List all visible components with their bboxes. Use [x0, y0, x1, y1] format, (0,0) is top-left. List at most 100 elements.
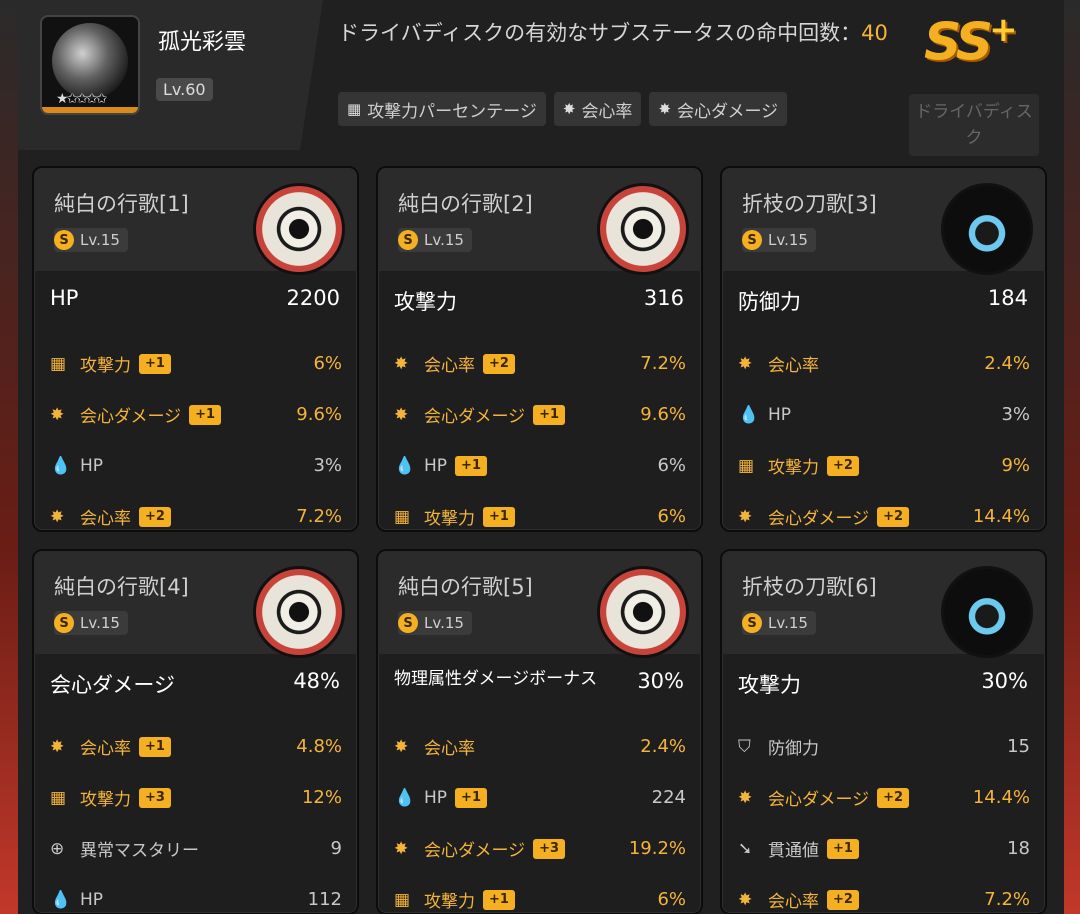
- substat-name: HP: [80, 889, 104, 910]
- disc-level-text: Lv.15: [768, 614, 808, 632]
- tag-label: 会心率: [581, 101, 633, 122]
- disc-title: 純白の行歌[4]: [54, 575, 189, 599]
- crit-icon: ✸: [562, 100, 576, 118]
- disc-image: [941, 566, 1033, 658]
- main-stat: 攻撃力 316: [394, 286, 684, 316]
- substat-value: 9: [330, 838, 342, 859]
- star-rating: ★✩✩✩✩: [56, 91, 108, 107]
- upgrade-badge: +1: [483, 506, 515, 527]
- substat-row: ⊕ 異常マスタリー 9: [50, 823, 342, 874]
- defense-icon: ⛉: [738, 736, 751, 757]
- substat-row: ✸ 会心ダメージ +1 9.6%: [394, 389, 686, 440]
- crit-icon: ✸: [50, 404, 65, 425]
- disc-card[interactable]: 折枝の刀歌[6] S Lv.15 攻撃力 30% ⛉ 防御力 15 ✸ 会心ダメージ +2 14.4%…: [720, 549, 1047, 914]
- hp-icon: 💧: [738, 404, 760, 425]
- disc-title: 純白の行歌[1]: [54, 192, 189, 216]
- substat-row: ▦ 攻撃力 +1 6%: [394, 491, 686, 530]
- crit-icon: ✸: [394, 353, 409, 374]
- substat-value: 2.4%: [984, 353, 1030, 374]
- tag-attack-percent: ▦ 攻撃力パーセンテージ: [338, 92, 546, 126]
- substat-value: 6%: [657, 506, 686, 527]
- substat-name: 会心率: [424, 739, 475, 759]
- upgrade-badge: +2: [139, 506, 171, 527]
- disc-level-text: Lv.15: [424, 614, 464, 632]
- main-stat-value: 30%: [637, 669, 684, 693]
- tag-crit-damage: ✸ 会心ダメージ: [649, 92, 788, 126]
- substat-row: ✸ 会心ダメージ +2 14.4%: [738, 491, 1030, 530]
- disc-card[interactable]: 純白の行歌[5] S Lv.15 物理属性ダメージボーナス 30% ✸ 会心率 2.4% 💧 HP…: [376, 549, 703, 914]
- disc-level-text: Lv.15: [80, 614, 120, 632]
- hp-icon: 💧: [50, 889, 72, 910]
- substat-row: ▦ 攻撃力 +1 6%: [50, 338, 342, 389]
- substat-name: 攻撃力: [768, 458, 819, 478]
- disc-level-text: Lv.15: [768, 231, 808, 249]
- upgrade-badge: +1: [189, 404, 222, 425]
- disc-image: [253, 183, 345, 275]
- substat-value: 18: [1007, 838, 1030, 859]
- substat-value: 6%: [657, 455, 686, 476]
- disc-card[interactable]: 純白の行歌[1] S Lv.15 HP 2200 ▦ 攻撃力 +1 6% ✸ 会心ダメージ +1 9.6…: [32, 166, 359, 532]
- upgrade-badge: +2: [827, 455, 859, 476]
- substat-value: 9.6%: [296, 404, 342, 425]
- upgrade-badge: +1: [455, 787, 487, 808]
- substat-name: 会心率: [768, 356, 819, 376]
- upgrade-badge: +2: [877, 787, 910, 808]
- substat-name: 会心率: [80, 509, 131, 529]
- main-stat-name: 物理属性ダメージボーナス: [394, 669, 598, 689]
- main-stat: 防御力 184: [738, 286, 1028, 316]
- substat-value: 2.4%: [640, 736, 686, 757]
- disc-level: S Lv.15: [54, 611, 128, 635]
- substat-value: 4.8%: [296, 736, 342, 757]
- main-stat: 物理属性ダメージボーナス 30%: [394, 669, 684, 693]
- tag-crit-rate: ✸ 会心率: [553, 92, 642, 126]
- tag-label: 会心ダメージ: [677, 101, 779, 122]
- s-rank-icon: S: [54, 230, 74, 250]
- pen-icon: ➘: [738, 838, 753, 859]
- disc-card[interactable]: 純白の行歌[2] S Lv.15 攻撃力 316 ✸ 会心率 +2 7.2% ✸ 会心ダメージ +1 9…: [376, 166, 703, 532]
- s-rank-icon: S: [398, 613, 418, 633]
- hp-icon: 💧: [394, 787, 416, 808]
- disc-card[interactable]: 折枝の刀歌[3] S Lv.15 防御力 184 ✸ 会心率 2.4% 💧 HP 3% ▦ 攻撃力 +2 9…: [720, 166, 1047, 532]
- disc-title: 折枝の刀歌[6]: [742, 575, 877, 599]
- upgrade-badge: +3: [139, 787, 171, 808]
- main-stat-value: 48%: [293, 669, 340, 693]
- upgrade-badge: +1: [483, 889, 515, 910]
- substat-name: 攻撃力: [424, 509, 475, 529]
- substat-row: ➘ 貫通値 +1 18: [738, 823, 1030, 874]
- substat-value: 3%: [313, 455, 342, 476]
- s-rank-icon: S: [742, 613, 762, 633]
- disc-level: S Lv.15: [398, 228, 472, 252]
- substat-name: HP: [80, 455, 104, 476]
- substat-name: 会心率: [80, 739, 131, 759]
- upgrade-badge: +1: [827, 838, 859, 859]
- substat-row: ✸ 会心率 +2 7.2%: [738, 874, 1030, 913]
- main-stat: 会心ダメージ 48%: [50, 669, 340, 699]
- substat-row: ✸ 会心ダメージ +1 9.6%: [50, 389, 342, 440]
- substat-value: 14.4%: [972, 506, 1030, 527]
- upgrade-badge: +3: [533, 838, 566, 859]
- substat-name: HP: [424, 787, 448, 808]
- substat-name: 攻撃力: [424, 892, 475, 912]
- s-rank-icon: S: [398, 230, 418, 250]
- left-border: [0, 0, 18, 914]
- substat-name: 会心ダメージ: [768, 790, 870, 810]
- main-stat: HP 2200: [50, 286, 340, 310]
- disc-card[interactable]: 純白の行歌[4] S Lv.15 会心ダメージ 48% ✸ 会心率 +1 4.8% ▦ 攻撃力 +3 1…: [32, 549, 359, 914]
- main-stat-value: 2200: [286, 286, 340, 310]
- substat-row: 💧 HP 3%: [50, 440, 342, 491]
- substat-value: 9%: [1001, 455, 1030, 476]
- rank-badge: SS+: [924, 10, 1017, 72]
- description-text: ドライバディスクの有効なサブステータスの命中回数：: [338, 21, 862, 45]
- substat-description: ドライバディスクの有効なサブステータスの命中回数：40: [338, 18, 898, 48]
- substat-value: 6%: [657, 889, 686, 910]
- substat-row: ▦ 攻撃力 +1 6%: [394, 874, 686, 913]
- crit-icon: ✸: [738, 506, 753, 527]
- substat-row: 💧 HP 3%: [738, 389, 1030, 440]
- substat-list: ✸ 会心率 2.4% 💧 HP +1 224 ✸ 会心ダメージ +3 19.2% ▦ 攻撃力 +1 6%: [394, 721, 686, 913]
- character-avatar[interactable]: ★✩✩✩✩: [40, 15, 140, 115]
- effective-stat-tags: ▦ 攻撃力パーセンテージ ✸ 会心率 ✸ 会心ダメージ: [338, 92, 788, 126]
- attack-icon: ▦: [50, 353, 67, 374]
- substat-row: ✸ 会心率 2.4%: [394, 721, 686, 772]
- substat-row: ▦ 攻撃力 +2 9%: [738, 440, 1030, 491]
- drive-disc-button[interactable]: ドライバディスク: [909, 94, 1039, 156]
